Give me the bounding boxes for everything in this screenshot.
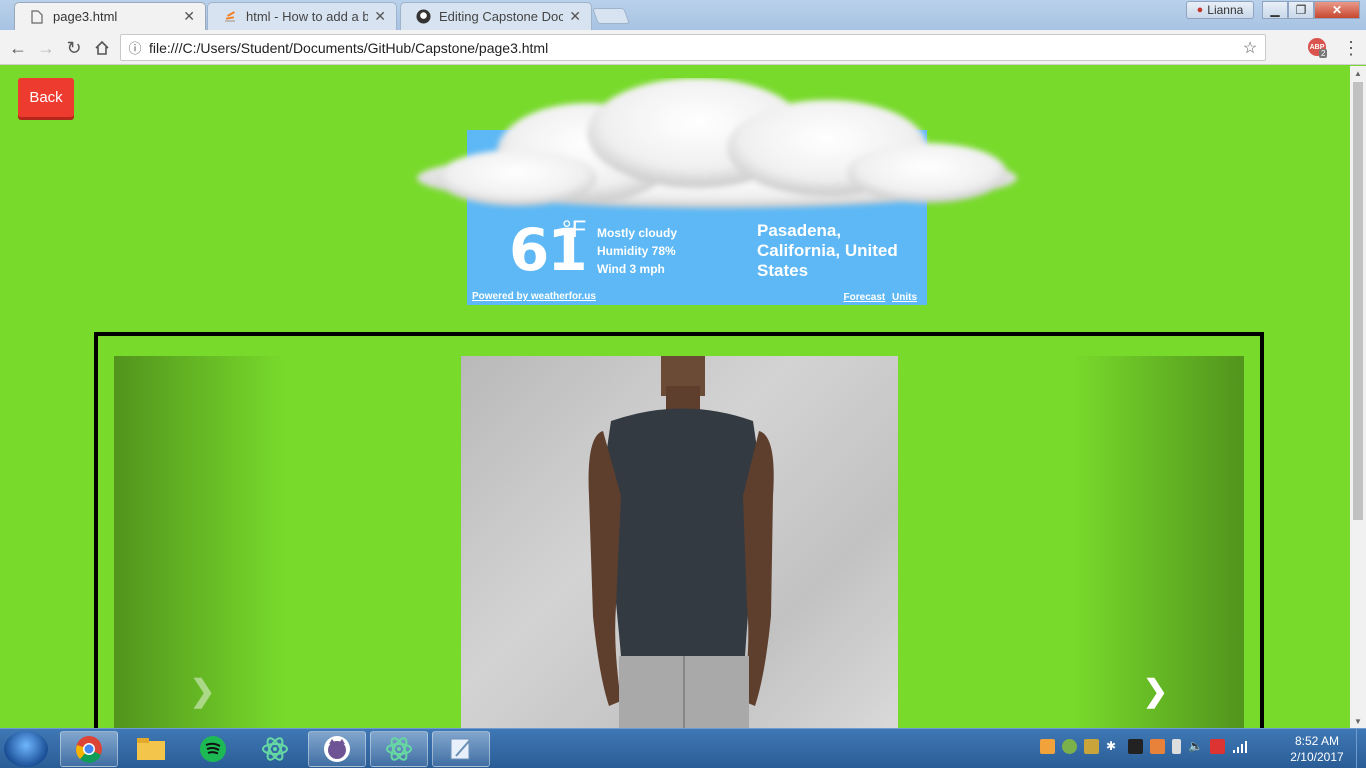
- atom-icon: [262, 737, 288, 761]
- taskbar-github-desktop[interactable]: [308, 731, 366, 767]
- tray-app-icon[interactable]: [1084, 739, 1099, 754]
- close-icon[interactable]: ✕: [569, 8, 581, 25]
- show-desktop-button[interactable]: [1356, 729, 1366, 768]
- home-icon[interactable]: [90, 36, 114, 60]
- new-tab-button[interactable]: [592, 8, 630, 24]
- info-icon[interactable]: ⓘ: [121, 38, 149, 57]
- cloud-image: [417, 78, 1017, 208]
- carousel-prev-control[interactable]: ❯: [114, 356, 284, 728]
- scroll-down-icon[interactable]: ▼: [1354, 717, 1362, 726]
- url-text: file:///C:/Users/Student/Documents/GitHu…: [149, 39, 549, 56]
- powered-by-link[interactable]: Powered by weatherfor.us: [472, 291, 596, 302]
- github-cat-icon: [324, 736, 350, 762]
- wind-text: Wind 3 mph: [597, 262, 665, 276]
- page-viewport: Back 61 °F Mostly cloudy Humidity 78% Wi…: [0, 66, 1350, 728]
- bluetooth-icon[interactable]: ✱: [1106, 739, 1121, 754]
- close-icon[interactable]: ✕: [183, 8, 195, 25]
- back-button[interactable]: Back: [18, 78, 74, 117]
- tab-label: Editing Capstone Docum: [439, 9, 563, 24]
- tab-label: html - How to add a bord: [246, 9, 368, 24]
- profile-button[interactable]: ● Lianna: [1186, 1, 1254, 19]
- battery-icon[interactable]: [1172, 739, 1181, 754]
- system-tray: ✱ 🔈: [1040, 739, 1247, 754]
- tray-app-icon[interactable]: [1062, 739, 1077, 754]
- page-icon: [29, 9, 45, 25]
- back-arrow-icon[interactable]: ←: [6, 36, 30, 60]
- profile-icon: ●: [1196, 4, 1204, 16]
- taskbar-file-explorer[interactable]: [122, 731, 180, 767]
- carousel-next-control[interactable]: ❯: [1074, 356, 1244, 728]
- carousel-frame: ❯ ❯: [94, 332, 1264, 728]
- taskbar-atom[interactable]: [246, 731, 304, 767]
- browser-titlebar: page3.html ✕ html - How to add a bord ✕ …: [0, 0, 1366, 30]
- volume-icon[interactable]: 🔈: [1188, 739, 1203, 754]
- tray-app-icon[interactable]: [1128, 739, 1143, 754]
- taskbar-notepad[interactable]: [432, 731, 490, 767]
- forward-arrow-icon[interactable]: →: [34, 36, 58, 60]
- carousel-slide-image: [461, 356, 898, 728]
- scrollbar-thumb[interactable]: [1353, 82, 1363, 520]
- profile-name: Lianna: [1207, 3, 1244, 17]
- folder-icon: [137, 738, 165, 760]
- action-center-icon[interactable]: [1210, 739, 1225, 754]
- taskbar-spotify[interactable]: [184, 731, 242, 767]
- github-icon: [415, 9, 431, 25]
- tab-page3[interactable]: page3.html ✕: [14, 2, 206, 30]
- tab-label: page3.html: [53, 9, 118, 24]
- units-link[interactable]: Units: [892, 292, 917, 303]
- condition-text: Mostly cloudy: [597, 226, 678, 240]
- chevron-left-icon: ❯: [190, 675, 216, 708]
- weather-location: Pasadena, California, United States: [757, 221, 898, 280]
- maximize-button[interactable]: ❐: [1288, 1, 1314, 19]
- forecast-link[interactable]: Forecast: [844, 292, 886, 303]
- atom-icon: [386, 737, 412, 761]
- menu-icon[interactable]: ⋮: [1342, 38, 1360, 59]
- page-scrollbar[interactable]: ▲ ▼: [1350, 66, 1366, 728]
- taskbar-clock[interactable]: 8:52 AM 2/10/2017: [1286, 733, 1348, 765]
- close-icon[interactable]: ✕: [374, 8, 386, 25]
- address-bar[interactable]: ⓘ file:///C:/Users/Student/Documents/Git…: [120, 34, 1266, 61]
- stackoverflow-icon: [222, 9, 238, 25]
- taskbar-atom-2[interactable]: [370, 731, 428, 767]
- windows-taskbar: ✱ 🔈 8:52 AM 2/10/2017: [0, 728, 1366, 768]
- chrome-icon: [76, 736, 102, 763]
- reload-icon[interactable]: ↻: [62, 36, 86, 60]
- start-button[interactable]: [4, 731, 48, 767]
- notepad-icon: [450, 738, 471, 760]
- tab-stackoverflow[interactable]: html - How to add a bord ✕: [207, 2, 397, 30]
- close-window-button[interactable]: ✕: [1314, 1, 1360, 19]
- model-photo: [588, 356, 774, 728]
- minimize-button[interactable]: ▁: [1262, 1, 1288, 19]
- tray-app-icon[interactable]: [1040, 739, 1055, 754]
- network-icon[interactable]: [1232, 739, 1247, 754]
- tab-github[interactable]: Editing Capstone Docum ✕: [400, 2, 592, 30]
- humidity-text: Humidity 78%: [597, 244, 676, 258]
- tray-app-icon[interactable]: [1150, 739, 1165, 754]
- scroll-up-icon[interactable]: ▲: [1354, 69, 1362, 78]
- clock-time: 8:52 AM: [1294, 734, 1340, 748]
- clock-date: 2/10/2017: [1290, 750, 1344, 764]
- weather-links: Forecast Units: [840, 292, 917, 303]
- carousel: ❯ ❯: [114, 356, 1244, 728]
- adblock-count: 2: [1319, 49, 1328, 58]
- temperature-unit: °F: [562, 216, 587, 243]
- weather-widget: 61 °F Mostly cloudy Humidity 78% Wind 3 …: [417, 78, 1017, 305]
- weather-conditions: Mostly cloudy Humidity 78% Wind 3 mph: [597, 224, 677, 278]
- browser-toolbar: ← → ↻ ⓘ file:///C:/Users/Student/Documen…: [0, 30, 1366, 65]
- taskbar-chrome[interactable]: [60, 731, 118, 767]
- bookmark-star-icon[interactable]: ☆: [1235, 38, 1265, 58]
- spotify-icon: [200, 736, 226, 762]
- chevron-right-icon: ❯: [1142, 675, 1168, 708]
